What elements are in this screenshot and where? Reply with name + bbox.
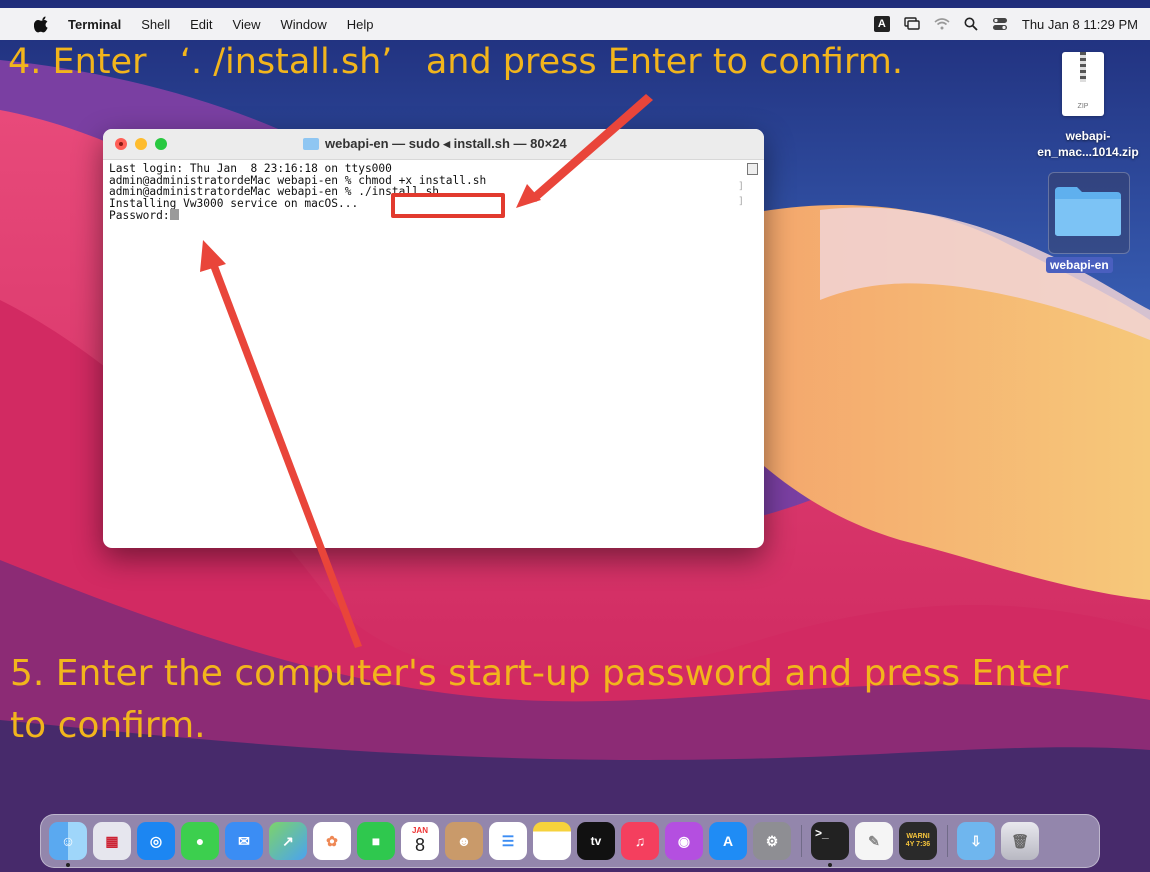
terminal-scroll-marker-icon[interactable]	[747, 163, 758, 175]
zip-file-icon[interactable]: ZIP	[1062, 52, 1104, 116]
system-preferences-icon[interactable]: ⚙	[753, 822, 791, 860]
spotlight-search-icon[interactable]	[964, 17, 978, 31]
notes-icon[interactable]	[533, 822, 571, 860]
running-indicator	[66, 863, 70, 867]
dock-separator	[947, 825, 948, 857]
screen-mirroring-icon[interactable]	[904, 17, 920, 31]
input-source-menu[interactable]: A	[873, 16, 890, 32]
zoom-window-button[interactable]	[155, 138, 167, 150]
dock-separator	[801, 825, 802, 857]
install-command-highlight	[391, 193, 505, 218]
maps-icon[interactable]: ↗	[269, 822, 307, 860]
menu-shell[interactable]: Shell	[141, 17, 170, 32]
folder-name-label[interactable]: webapi-en	[1046, 257, 1113, 273]
contacts-icon[interactable]: ☻	[445, 822, 483, 860]
calendar-day: 8	[414, 835, 425, 855]
menu-app-terminal[interactable]: Terminal	[68, 17, 121, 32]
step-5-caption: 5. Enter the computer's start-up passwor…	[10, 653, 1069, 746]
apple-logo-icon[interactable]	[34, 15, 50, 33]
terminal-window[interactable]: webapi-en — sudo ◂ install.sh — 80×24 ] …	[103, 129, 764, 548]
menu-bar-clock[interactable]: Thu Jan 8 11:29 PM	[1022, 17, 1138, 32]
zipper-icon	[1080, 52, 1086, 82]
terminal-title-bar[interactable]: webapi-en — sudo ◂ install.sh — 80×24	[103, 129, 764, 160]
line-bracket-icon: ]	[737, 181, 744, 192]
menu-bar: Terminal Shell Edit View Window Help A T…	[0, 8, 1150, 40]
textedit-icon[interactable]: ✎	[855, 822, 893, 860]
console-warning-text: WARNI 4Y 7:36	[905, 833, 931, 848]
safari-icon[interactable]: ◎	[137, 822, 175, 860]
minimize-window-button[interactable]	[135, 138, 147, 150]
launchpad-icon[interactable]: ▦	[93, 822, 131, 860]
password-prompt: Password:	[109, 209, 170, 222]
zip-file-name[interactable]: webapi- en_mac...1014.zip	[1028, 128, 1148, 160]
calendar-month: JAN	[411, 826, 428, 835]
finder-icon[interactable]: ☺	[49, 822, 87, 860]
downloads-folder-icon[interactable]: ⇩	[957, 822, 995, 860]
app-store-icon[interactable]: A	[709, 822, 747, 860]
control-center-icon[interactable]	[992, 17, 1008, 31]
running-indicator	[828, 863, 832, 867]
messages-icon[interactable]: ●	[181, 822, 219, 860]
step-4-caption: 4. Enter ‘. /install.sh’ and press Enter…	[8, 42, 903, 82]
console-icon[interactable]: WARNI 4Y 7:36	[899, 822, 937, 860]
terminal-title-text: webapi-en — sudo ◂ install.sh — 80×24	[325, 136, 567, 151]
webapi-folder-icon[interactable]	[1053, 183, 1123, 237]
terminal-window-title: webapi-en — sudo ◂ install.sh — 80×24	[303, 136, 567, 152]
password-cursor-key-icon	[169, 209, 179, 220]
trash-icon[interactable]: 🗑	[1001, 822, 1039, 860]
menu-edit[interactable]: Edit	[190, 17, 212, 32]
menu-help[interactable]: Help	[347, 17, 374, 32]
input-source-icon: A	[873, 16, 890, 32]
tv-label: tv	[590, 834, 602, 848]
menu-bar-status-area: A Thu Jan 8 11:29 PM	[873, 8, 1150, 40]
podcasts-icon[interactable]: ◉	[665, 822, 703, 860]
mail-icon[interactable]: ✉	[225, 822, 263, 860]
reminders-icon[interactable]: ☰	[489, 822, 527, 860]
desktop: Terminal Shell Edit View Window Help A T…	[0, 0, 1150, 872]
music-icon[interactable]: ♫	[621, 822, 659, 860]
folder-icon	[303, 138, 319, 150]
facetime-icon[interactable]: ■	[357, 822, 395, 860]
wifi-icon[interactable]	[934, 18, 950, 30]
line-bracket-icon: ]	[737, 196, 744, 207]
menu-view[interactable]: View	[233, 17, 261, 32]
menu-window[interactable]: Window	[281, 17, 327, 32]
close-window-button[interactable]	[115, 138, 127, 150]
photos-icon[interactable]: ✿	[313, 822, 351, 860]
terminal-line: Last login: Thu Jan 8 23:16:18 on ttys00…	[109, 162, 392, 175]
dock: ☺ ▦ ◎ ● ✉ ↗ ✿ ■ JAN 8 ☻ ☰ tv ♫ ◉ A ⚙ >_ …	[40, 814, 1100, 868]
calendar-icon[interactable]: JAN 8	[401, 822, 439, 860]
zip-type-label: ZIP	[1077, 103, 1089, 110]
apple-tv-icon[interactable]: tv	[577, 822, 615, 860]
terminal-icon[interactable]: >_	[811, 822, 849, 860]
